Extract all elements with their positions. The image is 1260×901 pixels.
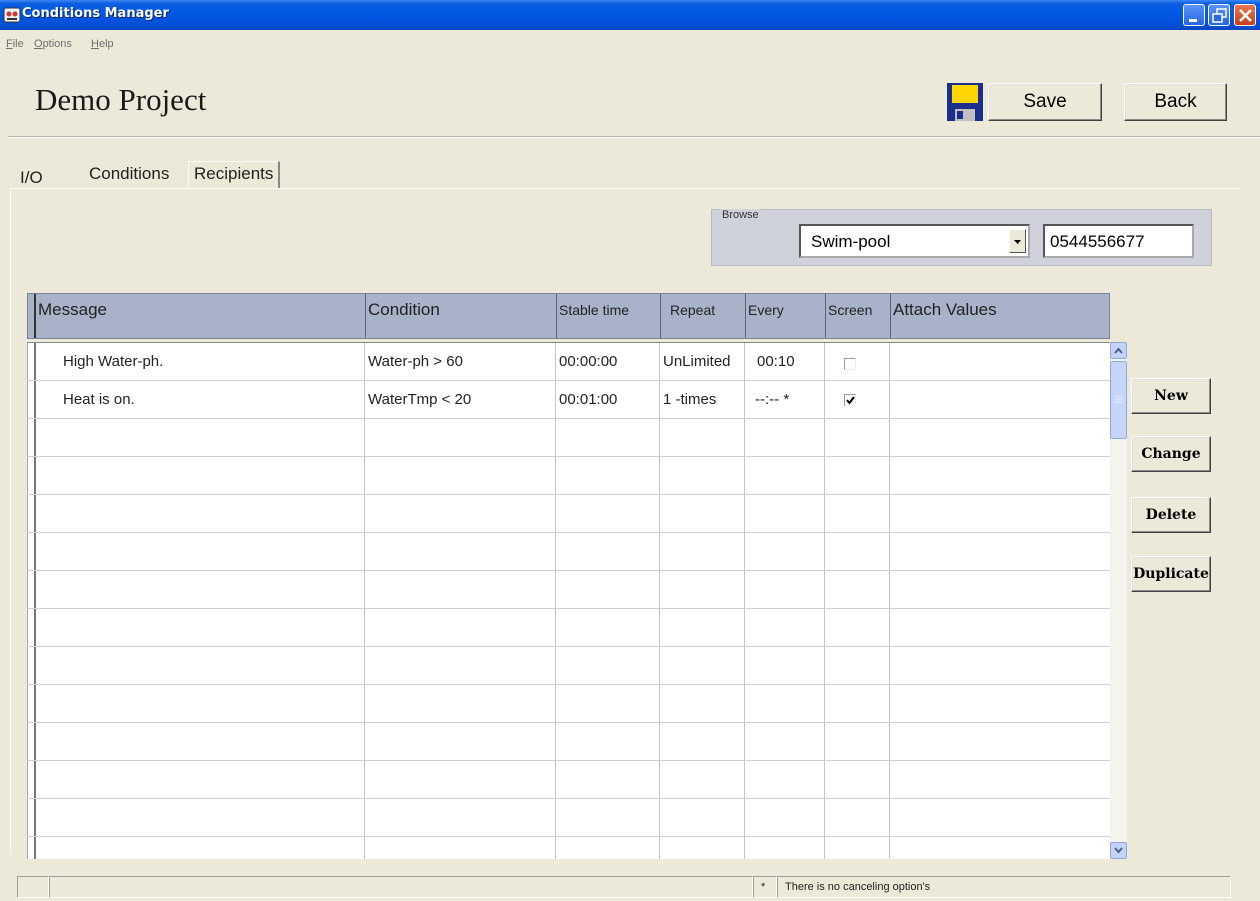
scroll-down-button[interactable]	[1110, 842, 1127, 859]
cell-condition: WaterTmp < 20	[368, 391, 472, 408]
column-header-every[interactable]: Every	[745, 294, 825, 338]
screen-checkbox[interactable]	[844, 394, 856, 406]
table-row[interactable]: High Water-ph. Water-ph > 60 00:00:00 Un…	[27, 343, 1110, 381]
menu-help[interactable]: Help	[91, 38, 114, 50]
scroll-thumb[interactable]	[1110, 361, 1127, 439]
table-row[interactable]	[27, 457, 1110, 495]
table-row[interactable]	[27, 419, 1110, 457]
browse-label: Browse	[720, 209, 761, 221]
cell-every: 00:10	[757, 353, 795, 370]
column-header-stable-time[interactable]: Stable time	[556, 294, 660, 338]
window-title: Conditions Manager	[22, 6, 169, 21]
tab-recipients[interactable]: Recipients	[188, 161, 281, 188]
table-row[interactable]	[27, 609, 1110, 647]
delete-button[interactable]: Delete	[1131, 497, 1211, 533]
cell-message: Heat is on.	[63, 391, 135, 408]
table-row[interactable]	[27, 647, 1110, 685]
column-header-message[interactable]: Message	[34, 294, 365, 338]
project-select[interactable]: Swim-pool	[799, 224, 1030, 258]
menu-options[interactable]: Options	[34, 38, 72, 50]
table-row[interactable]	[27, 571, 1110, 609]
cell-stable-time: 00:00:00	[559, 353, 618, 370]
project-select-value: Swim-pool	[811, 232, 891, 251]
screen-checkbox[interactable]	[844, 358, 856, 370]
table-row[interactable]	[27, 799, 1110, 837]
duplicate-button[interactable]: Duplicate	[1131, 556, 1211, 592]
grid-scrollbar[interactable]	[1110, 342, 1127, 859]
grid-header: Message Condition Stable time Repeat Eve…	[27, 293, 1110, 339]
status-panel-2	[49, 876, 753, 898]
status-note: There is no canceling option's	[777, 876, 1231, 898]
chevron-down-icon	[1014, 240, 1021, 244]
close-icon	[1239, 9, 1252, 22]
floppy-disk-icon	[947, 83, 983, 121]
minimize-icon	[1189, 19, 1197, 22]
table-row[interactable]	[27, 495, 1110, 533]
header-divider-highlight	[8, 137, 1260, 138]
tab-conditions[interactable]: Conditions	[89, 164, 169, 184]
table-row[interactable]	[27, 723, 1110, 761]
scroll-up-button[interactable]	[1110, 342, 1127, 359]
cell-repeat: UnLimited	[663, 353, 731, 370]
table-row[interactable]	[27, 761, 1110, 799]
menu-file[interactable]: File	[6, 38, 24, 50]
cell-stable-time: 00:01:00	[559, 391, 618, 408]
table-row[interactable]	[27, 837, 1110, 859]
cell-every: --:-- *	[755, 391, 790, 408]
back-button[interactable]: Back	[1124, 83, 1227, 121]
column-header-screen[interactable]: Screen	[825, 294, 890, 338]
title-bar[interactable]: Conditions Manager	[0, 0, 1260, 30]
status-bar: * There is no canceling option's	[17, 876, 1231, 898]
grip-icon	[1115, 395, 1122, 403]
chevron-up-icon	[1114, 347, 1123, 354]
cell-condition: Water-ph > 60	[368, 353, 463, 370]
status-panel-1	[17, 876, 49, 898]
phone-number-field[interactable]: 0544556677	[1043, 224, 1194, 258]
checkmark-icon	[846, 396, 855, 405]
save-button[interactable]: Save	[988, 83, 1102, 121]
conditions-grid: High Water-ph. Water-ph > 60 00:00:00 Un…	[27, 342, 1110, 859]
project-title: Demo Project	[35, 82, 207, 117]
table-row[interactable]	[27, 533, 1110, 571]
table-row[interactable]	[27, 685, 1110, 723]
new-button[interactable]: New	[1131, 378, 1211, 414]
column-header-attach-values[interactable]: Attach Values	[890, 294, 1109, 338]
change-button[interactable]: Change	[1131, 436, 1211, 472]
app-icon	[3, 7, 21, 23]
chevron-down-icon	[1114, 847, 1123, 854]
table-row[interactable]: Heat is on. WaterTmp < 20 00:01:00 1 -ti…	[27, 381, 1110, 419]
minimize-button[interactable]	[1183, 4, 1205, 26]
dropdown-arrow-button[interactable]	[1009, 229, 1026, 253]
close-button[interactable]	[1234, 4, 1256, 26]
tab-io[interactable]: I/O	[20, 168, 43, 188]
cell-repeat: 1 -times	[663, 391, 717, 408]
restore-icon	[1212, 8, 1227, 23]
status-marker: *	[753, 876, 777, 898]
cell-message: High Water-ph.	[63, 353, 164, 370]
column-header-condition[interactable]: Condition	[365, 294, 556, 338]
column-header-repeat[interactable]: Repeat	[660, 294, 745, 338]
restore-button[interactable]	[1208, 4, 1230, 26]
